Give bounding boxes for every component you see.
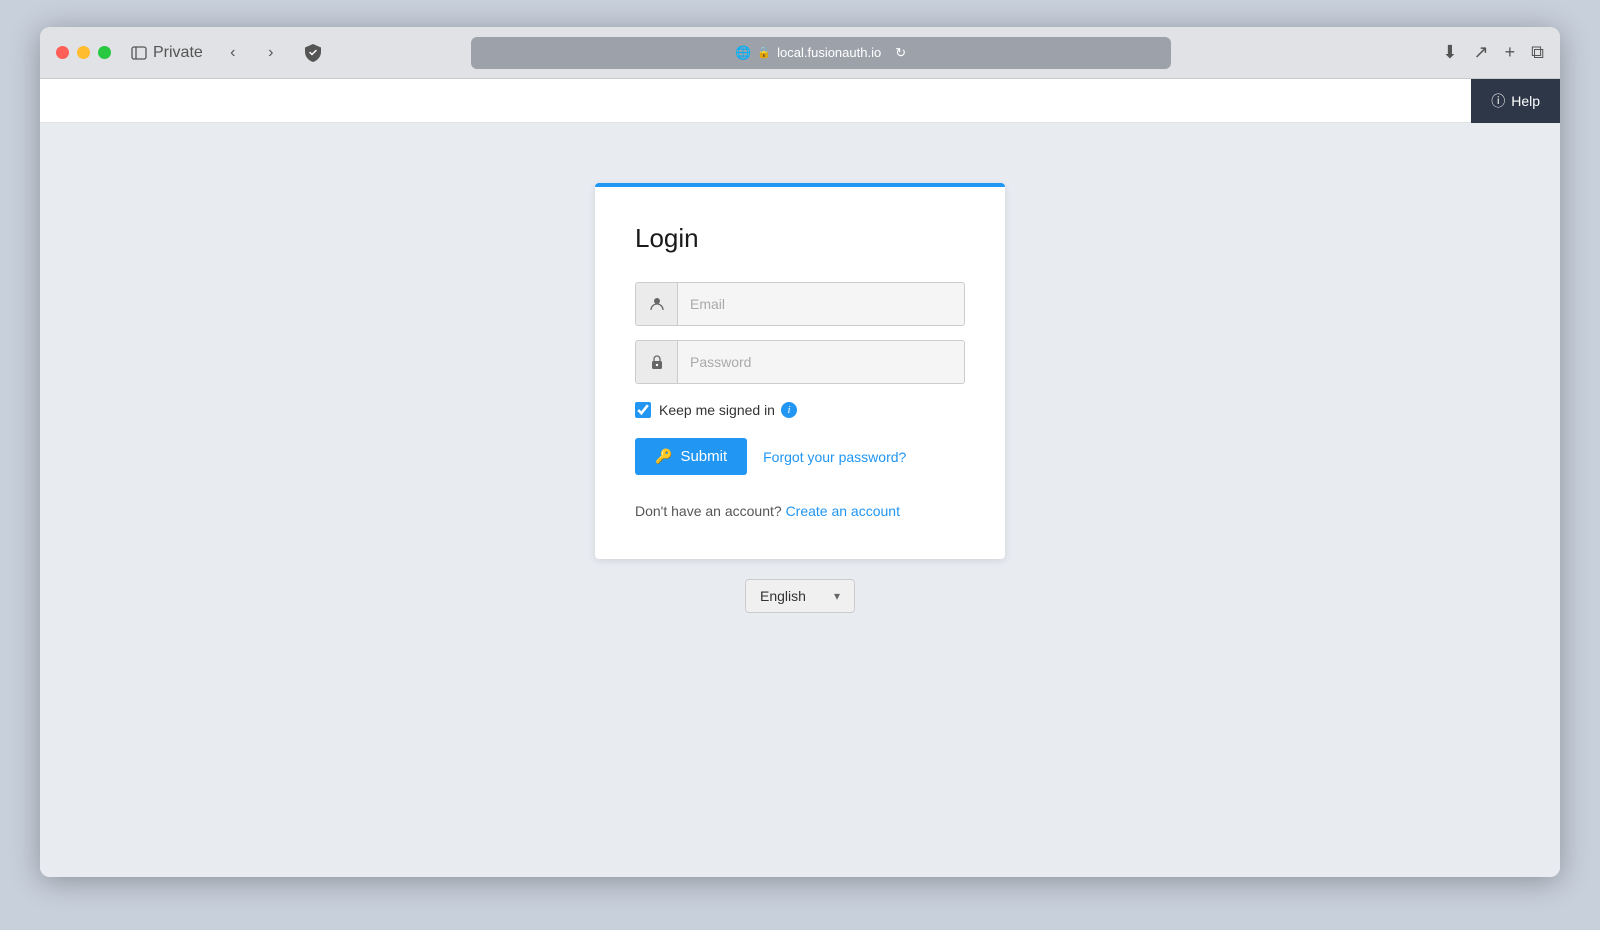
create-account-link[interactable]: Create an account — [786, 503, 900, 519]
address-bar[interactable]: 🌐 🔒 local.fusionauth.io ↻ — [471, 37, 1171, 69]
user-icon — [636, 283, 678, 325]
shield-icon — [297, 37, 329, 69]
keep-signed-in-label: Keep me signed in i — [659, 402, 797, 418]
new-tab-icon[interactable]: + — [1505, 42, 1516, 63]
traffic-light-red[interactable] — [56, 46, 69, 59]
help-label: Help — [1511, 93, 1540, 109]
password-input-group — [635, 340, 965, 384]
help-bar: ⓘ Help — [40, 79, 1560, 123]
language-selector[interactable]: English ▾ — [745, 579, 855, 613]
back-button[interactable]: ‹ — [219, 39, 247, 67]
keep-signed-in-checkbox[interactable] — [635, 402, 651, 418]
language-selector-wrap: English ▾ — [745, 579, 855, 613]
email-input[interactable] — [678, 283, 964, 325]
email-input-group — [635, 282, 965, 326]
card-body: Login — [595, 187, 1005, 559]
keep-signed-in-row: Keep me signed in i — [635, 402, 965, 418]
password-input[interactable] — [678, 341, 964, 383]
share-icon[interactable]: ↗ — [1474, 42, 1489, 63]
submit-label: Submit — [680, 448, 727, 465]
download-icon[interactable]: ⬇ — [1442, 42, 1457, 63]
url-text: local.fusionauth.io — [777, 45, 881, 60]
login-card: Login — [595, 183, 1005, 559]
browser-titlebar: Private ‹ › 🌐 🔒 local.fusionauth.io ↻ ⬇ … — [40, 27, 1560, 79]
lock-icon: 🔒 — [757, 46, 771, 59]
key-icon: 🔑 — [655, 448, 672, 465]
page-content: Login — [40, 123, 1560, 877]
lock-field-icon — [636, 341, 678, 383]
browser-toolbar-right: ⬇ ↗ + ⧉ — [1442, 42, 1544, 63]
question-circle-icon: ⓘ — [1491, 91, 1505, 111]
action-row: 🔑 Submit Forgot your password? — [635, 438, 965, 475]
traffic-lights — [56, 46, 111, 59]
traffic-light-green[interactable] — [98, 46, 111, 59]
sidebar-button[interactable]: Private — [131, 44, 203, 62]
copy-tab-icon[interactable]: ⧉ — [1531, 42, 1544, 63]
chevron-down-icon: ▾ — [834, 589, 840, 603]
private-label: Private — [153, 44, 203, 62]
info-icon[interactable]: i — [781, 402, 797, 418]
forward-button[interactable]: › — [257, 39, 285, 67]
no-account-text: Don't have an account? — [635, 503, 782, 519]
language-selected: English — [760, 588, 806, 604]
login-title: Login — [635, 223, 965, 254]
help-button[interactable]: ⓘ Help — [1471, 79, 1560, 123]
globe-icon: 🌐 — [735, 45, 751, 61]
submit-button[interactable]: 🔑 Submit — [635, 438, 747, 475]
forgot-password-link[interactable]: Forgot your password? — [763, 449, 906, 465]
browser-nav: ‹ › — [219, 39, 285, 67]
traffic-light-yellow[interactable] — [77, 46, 90, 59]
no-account-row: Don't have an account? Create an account — [635, 503, 965, 519]
reload-icon[interactable]: ↻ — [895, 45, 906, 61]
